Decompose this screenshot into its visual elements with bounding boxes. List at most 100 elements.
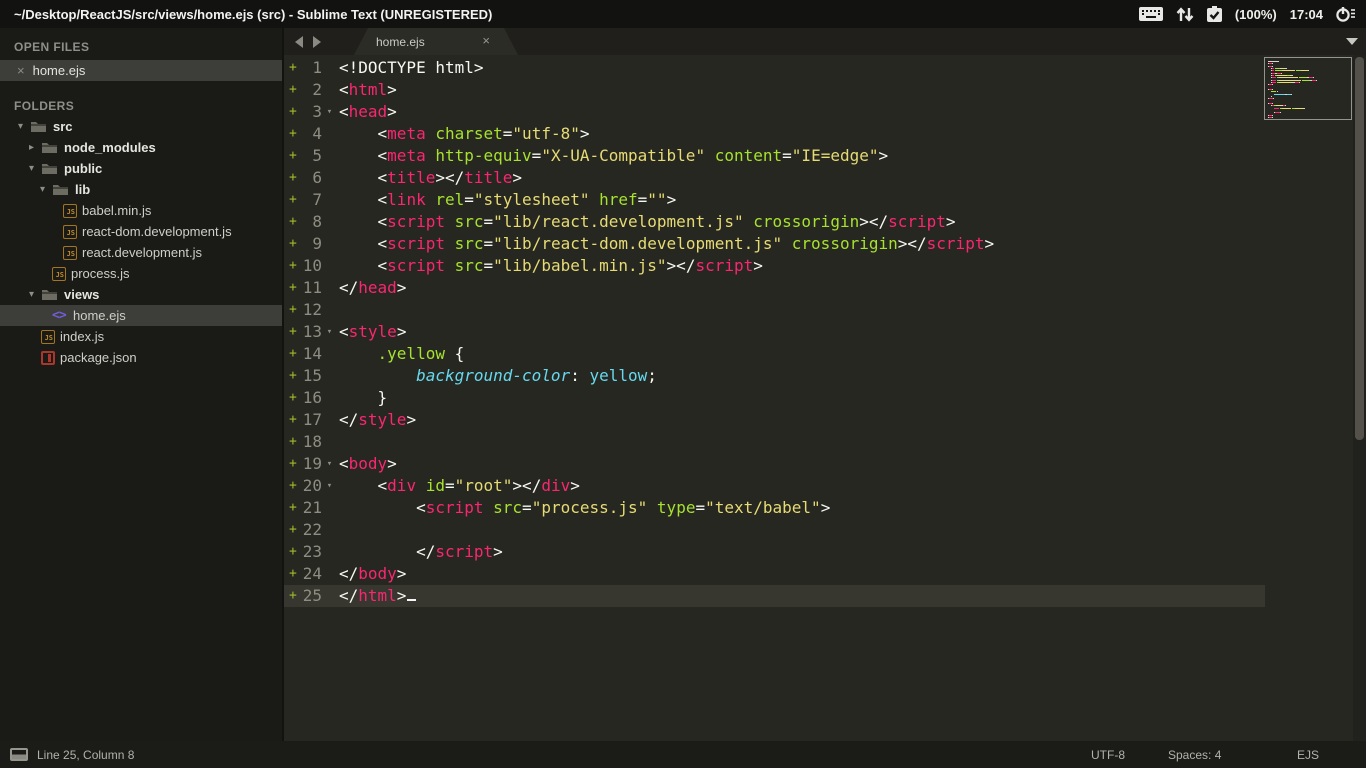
code-text: <script src="lib/react-dom.development.j… xyxy=(339,234,995,253)
tree-item-package-json[interactable]: package.json xyxy=(0,347,282,368)
minimap-line xyxy=(1268,77,1351,79)
tree-item-label: babel.min.js xyxy=(82,203,152,218)
minimap-line xyxy=(1268,107,1351,109)
code-line[interactable]: +13 ▾ <style> xyxy=(284,321,1366,343)
added-line-marker: + xyxy=(289,456,297,471)
fold-arrow-icon[interactable]: ▾ xyxy=(322,321,337,343)
code-line[interactable]: +11 </head> xyxy=(284,277,1366,299)
clock[interactable]: 17:04 xyxy=(1290,7,1323,22)
code-line[interactable]: +23 </script> xyxy=(284,541,1366,563)
code-line[interactable]: +4 <meta charset="utf-8"> xyxy=(284,123,1366,145)
code-editor[interactable]: +1 <!DOCTYPE html> +2 <html> +3 ▾ <head> +4 <me… xyxy=(284,55,1366,741)
added-line-marker: + xyxy=(289,192,297,207)
code-text: <link rel="stylesheet" href=""> xyxy=(339,190,677,209)
js-file-icon: JS xyxy=(52,266,66,281)
js-file-icon: JS xyxy=(63,245,77,260)
code-line[interactable]: +17 </style> xyxy=(284,409,1366,431)
code-line[interactable]: +19 ▾ <body> xyxy=(284,453,1366,475)
added-line-marker: + xyxy=(289,214,297,229)
tree-item-index-js[interactable]: JS index.js xyxy=(0,326,282,347)
tree-item-views[interactable]: ▾ views xyxy=(0,284,282,305)
tab-close-icon[interactable]: × xyxy=(482,33,490,49)
code-line[interactable]: +2 <html> xyxy=(284,79,1366,101)
code-area[interactable]: +1 <!DOCTYPE html> +2 <html> +3 ▾ <head> +4 <me… xyxy=(284,57,1366,607)
code-line[interactable]: +22 xyxy=(284,519,1366,541)
added-line-marker: + xyxy=(289,258,297,273)
minimap[interactable] xyxy=(1264,57,1352,120)
code-line[interactable]: +20 ▾ <div id="root"></div> xyxy=(284,475,1366,497)
tree-item-lib[interactable]: ▾ lib xyxy=(0,179,282,200)
tree-item-public[interactable]: ▾ public xyxy=(0,158,282,179)
power-menu-icon[interactable] xyxy=(1336,6,1356,22)
tab-nav-arrows xyxy=(284,28,330,55)
tree-item-process-js[interactable]: JS process.js xyxy=(0,263,282,284)
tree-item-node-modules[interactable]: ▸ node_modules xyxy=(0,137,282,158)
code-text: </body> xyxy=(339,564,407,583)
minimap-line xyxy=(1268,79,1351,81)
added-line-marker: + xyxy=(289,324,297,339)
open-file-home-ejs[interactable]: × home.ejs xyxy=(0,60,282,81)
added-line-marker: + xyxy=(289,500,297,515)
battery-check-icon[interactable] xyxy=(1206,6,1222,22)
tree-item-label: index.js xyxy=(60,329,105,344)
code-line[interactable]: +9 <script src="lib/react-dom.developmen… xyxy=(284,233,1366,255)
minimap-line xyxy=(1268,101,1351,102)
code-line[interactable]: +18 xyxy=(284,431,1366,453)
code-line[interactable]: +15 background-color: yellow; xyxy=(284,365,1366,387)
code-line[interactable]: +8 <script src="lib/react.development.js… xyxy=(284,211,1366,233)
tab-scroll-left-icon[interactable] xyxy=(294,35,304,48)
code-line[interactable]: +3 ▾ <head> xyxy=(284,101,1366,123)
code-line[interactable]: +25 </html> xyxy=(284,585,1366,607)
indent-indicator[interactable]: Spaces: 4 xyxy=(1168,748,1221,762)
keyboard-icon[interactable] xyxy=(1138,7,1163,21)
chevron-down-icon[interactable]: ▾ xyxy=(29,163,41,174)
code-line[interactable]: +5 <meta http-equiv="X-UA-Compatible" co… xyxy=(284,145,1366,167)
tab-overflow-icon[interactable] xyxy=(1345,37,1359,46)
scrollbar-track[interactable] xyxy=(1353,55,1366,741)
scrollbar-handle[interactable] xyxy=(1355,57,1364,440)
code-line[interactable]: +16 } xyxy=(284,387,1366,409)
minimap-line xyxy=(1268,112,1351,114)
fold-arrow-icon[interactable]: ▾ xyxy=(322,453,337,475)
network-traffic-icon[interactable] xyxy=(1176,6,1194,22)
minimap-line xyxy=(1268,87,1351,88)
code-line[interactable]: +14 .yellow { xyxy=(284,343,1366,365)
status-panel-icon[interactable] xyxy=(10,748,28,761)
chevron-right-icon[interactable]: ▸ xyxy=(29,142,41,153)
line-number: 14 xyxy=(302,344,322,363)
line-number: 25 xyxy=(302,586,322,605)
minimap-line xyxy=(1268,102,1351,104)
code-line[interactable]: +21 <script src="process.js" type="text/… xyxy=(284,497,1366,519)
close-icon[interactable]: × xyxy=(17,60,25,81)
chevron-down-icon[interactable]: ▾ xyxy=(18,121,30,132)
minimap-line xyxy=(1268,70,1351,72)
code-line[interactable]: +12 xyxy=(284,299,1366,321)
syntax-indicator[interactable]: EJS xyxy=(1297,748,1319,762)
fold-arrow-icon[interactable]: ▾ xyxy=(322,475,337,497)
added-line-marker: + xyxy=(289,346,297,361)
tab-home-ejs[interactable]: home.ejs × xyxy=(354,28,518,55)
code-line[interactable]: +24 </body> xyxy=(284,563,1366,585)
tree-item-react-development-js[interactable]: JS react.development.js xyxy=(0,242,282,263)
tree-item-babel-min-js[interactable]: JS babel.min.js xyxy=(0,200,282,221)
code-text: <meta charset="utf-8"> xyxy=(339,124,590,143)
tree-item-src[interactable]: ▾ src xyxy=(0,116,282,137)
code-line[interactable]: +6 <title></title> xyxy=(284,167,1366,189)
added-line-marker: + xyxy=(289,478,297,493)
folder-icon xyxy=(52,183,70,196)
tree-item-react-dom-development-js[interactable]: JS react-dom.development.js xyxy=(0,221,282,242)
chevron-down-icon[interactable]: ▾ xyxy=(40,184,52,195)
fold-arrow-icon[interactable]: ▾ xyxy=(322,101,337,123)
json-file-icon xyxy=(41,350,55,365)
code-text: <script src="lib/babel.min.js"></script> xyxy=(339,256,763,275)
system-tray: (100%) 17:04 xyxy=(1138,6,1356,22)
minimap-line xyxy=(1268,65,1351,67)
chevron-down-icon[interactable]: ▾ xyxy=(29,289,41,300)
code-line[interactable]: +1 <!DOCTYPE html> xyxy=(284,57,1366,79)
tab-scroll-right-icon[interactable] xyxy=(312,35,322,48)
tree-item-home-ejs[interactable]: <> home.ejs xyxy=(0,305,282,326)
line-number: 5 xyxy=(312,146,322,165)
code-line[interactable]: +7 <link rel="stylesheet" href=""> xyxy=(284,189,1366,211)
code-line[interactable]: +10 <script src="lib/babel.min.js"></scr… xyxy=(284,255,1366,277)
